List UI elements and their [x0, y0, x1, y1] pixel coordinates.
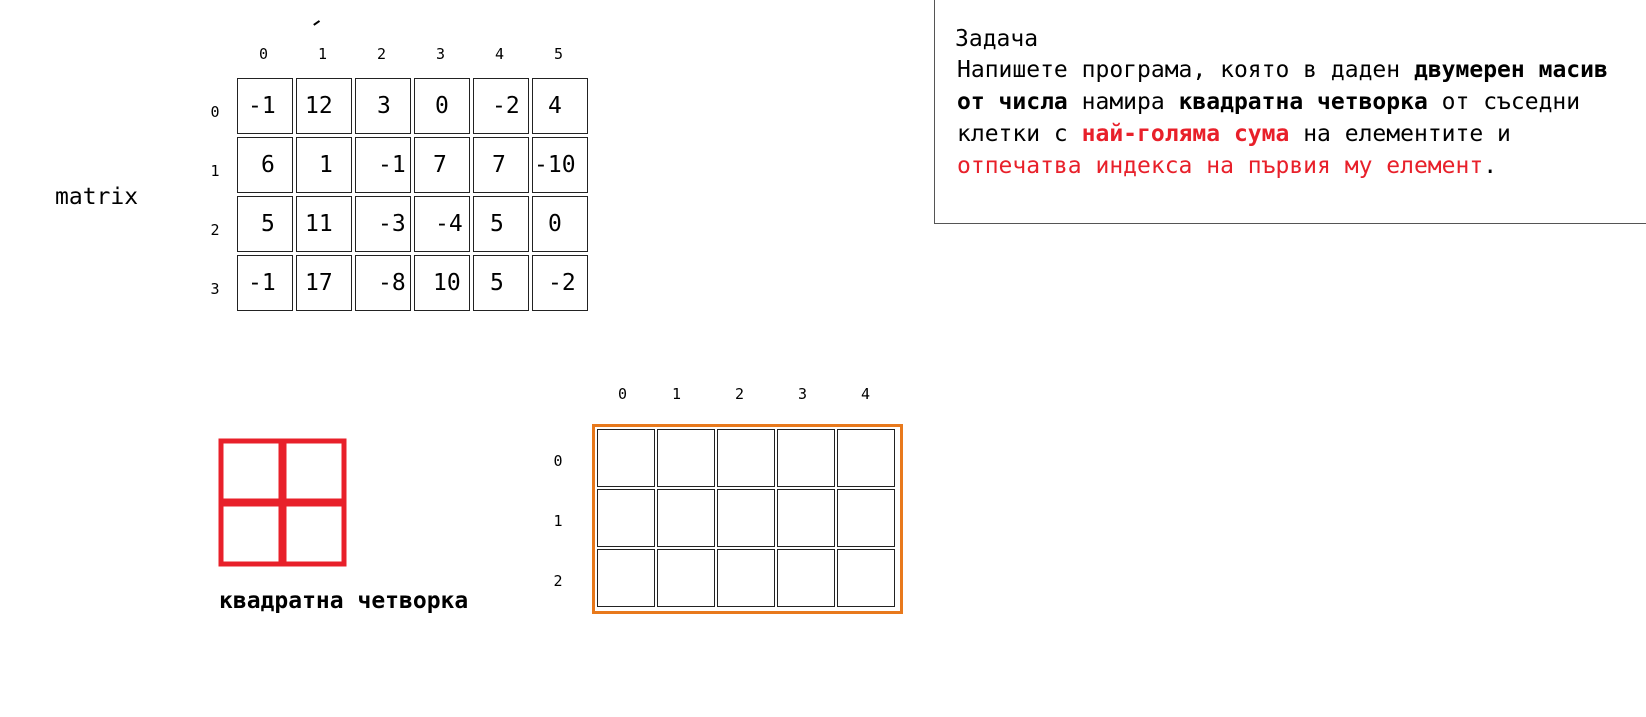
matrix-cell: 6	[237, 137, 293, 193]
result-col-index: 0	[617, 385, 628, 403]
matrix-cell: 17	[296, 255, 352, 311]
matrix-col-index: 4	[494, 45, 505, 63]
result-col-index: 4	[860, 385, 871, 403]
result-col-index: 3	[797, 385, 808, 403]
matrix-cell: 1	[296, 137, 352, 193]
matrix-row-index: 1	[210, 162, 220, 180]
matrix-row: 5 11 -3 -4 5 0	[237, 196, 588, 252]
matrix-col-index: 2	[376, 45, 387, 63]
quad-square-cell	[218, 501, 284, 567]
matrix-col-index: 3	[435, 45, 446, 63]
matrix-col-index: 1	[317, 45, 328, 63]
result-cell	[597, 429, 655, 487]
matrix-row: -1 12 3 0 -2 4	[237, 78, 588, 134]
matrix-row: -1 17 -8 10 5 -2	[237, 255, 588, 311]
matrix-cell: 3	[355, 78, 411, 134]
matrix-cell: -1	[237, 255, 293, 311]
matrix-col-index: 5	[553, 45, 564, 63]
matrix-cell: 0	[414, 78, 470, 134]
matrix-cell: -1	[355, 137, 411, 193]
matrix-cell: 5	[473, 196, 529, 252]
task-title: Задача	[955, 26, 1039, 52]
matrix-row-index: 0	[210, 103, 220, 121]
result-row	[597, 549, 895, 607]
matrix-row-index: 3	[210, 280, 220, 298]
result-row	[597, 429, 895, 487]
task-highlight: отпечатва индекса на първия му елемент	[957, 153, 1484, 179]
task-description: Напишете програма, която в даден двумере…	[957, 57, 1608, 179]
result-cell	[597, 549, 655, 607]
result-cell	[837, 429, 895, 487]
result-cell	[657, 429, 715, 487]
matrix-row-index: 2	[210, 221, 220, 239]
result-cell	[717, 489, 775, 547]
result-cell	[717, 549, 775, 607]
result-grid	[592, 424, 903, 614]
matrix-label: matrix	[55, 184, 139, 210]
result-cell	[837, 549, 895, 607]
matrix-cell: -8	[355, 255, 411, 311]
result-cell	[597, 489, 655, 547]
quad-square-symbol	[218, 438, 347, 567]
quad-square-cell	[218, 438, 284, 504]
matrix-cell: -2	[473, 78, 529, 134]
matrix-cell: -3	[355, 196, 411, 252]
result-col-index: 2	[734, 385, 745, 403]
matrix-cell: 12	[296, 78, 352, 134]
result-cell	[657, 549, 715, 607]
matrix-col-index: 0	[258, 45, 269, 63]
matrix-cell: -1	[237, 78, 293, 134]
result-cell	[777, 489, 835, 547]
quad-square-caption: квадратна четворка	[219, 588, 469, 614]
result-row-index: 2	[553, 572, 563, 590]
matrix-cell: -2	[532, 255, 588, 311]
matrix-cell: 5	[237, 196, 293, 252]
result-cell	[777, 549, 835, 607]
matrix-cell: 5	[473, 255, 529, 311]
matrix-cell: -4	[414, 196, 470, 252]
matrix-grid: -1 12 3 0 -2 4 6 1 -1 7 7 -10 5 11 -3 -4…	[234, 75, 591, 314]
matrix-cell: 7	[414, 137, 470, 193]
result-row-index: 0	[553, 452, 563, 470]
result-col-index: 1	[671, 385, 682, 403]
quad-square-cell	[281, 501, 347, 567]
result-row	[597, 489, 895, 547]
matrix-cell: 7	[473, 137, 529, 193]
matrix-cell: 4	[532, 78, 588, 134]
matrix-cell: 10	[414, 255, 470, 311]
result-grid-table	[595, 427, 897, 609]
result-row-index: 1	[553, 512, 563, 530]
result-cell	[777, 429, 835, 487]
result-cell	[837, 489, 895, 547]
accent-mark	[313, 20, 320, 26]
task-highlight: най-голяма сума	[1081, 121, 1290, 147]
result-cell	[717, 429, 775, 487]
matrix-row: 6 1 -1 7 7 -10	[237, 137, 588, 193]
matrix-cell: 0	[532, 196, 588, 252]
matrix-cell: 11	[296, 196, 352, 252]
quad-square-cell	[281, 438, 347, 504]
matrix-cell: -10	[532, 137, 588, 193]
task-emphasis: квадратна четворка	[1178, 89, 1428, 115]
result-cell	[657, 489, 715, 547]
